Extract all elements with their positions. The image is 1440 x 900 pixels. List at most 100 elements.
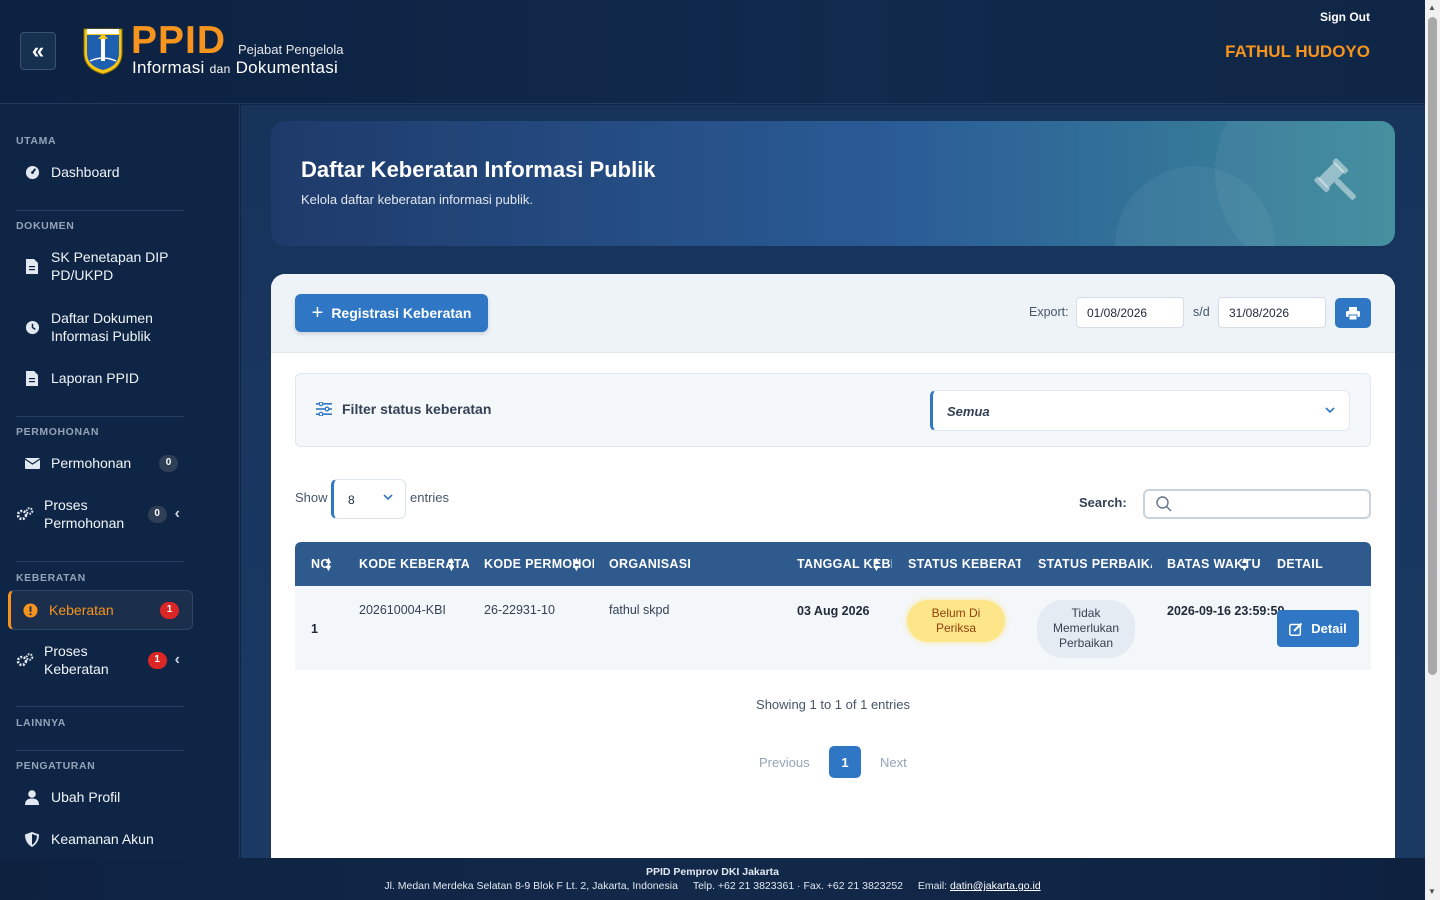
pagination-previous[interactable]: Previous <box>759 755 810 770</box>
chevron-down-icon <box>1325 403 1335 418</box>
sidebar-divider <box>16 561 184 562</box>
sidebar: UTAMA Dashboard DOKUMEN SK Penetapan DIP… <box>0 105 240 858</box>
entries-per-page-value: 8 <box>348 493 355 507</box>
footer-email-link[interactable]: datin@jakarta.go.id <box>950 880 1041 892</box>
sidebar-item-sk-penetapan[interactable]: SK Penetapan DIP PD/UKPD <box>16 248 176 284</box>
user-name: FATHUL HUDOYO <box>1225 42 1370 61</box>
status-perbaikan-line: Perbaikan <box>1058 636 1114 650</box>
sidebar-divider <box>16 706 184 707</box>
sidebar-item-laporan[interactable]: Laporan PPID <box>16 369 192 387</box>
table-info: Showing 1 to 1 of 1 entries <box>756 697 910 712</box>
footer-phone: Telp. +62 21 3823361 · Fax. +62 21 38232… <box>692 880 903 892</box>
sidebar-item-dashboard[interactable]: Dashboard <box>16 163 192 181</box>
status-keberatan-badge: Belum Di Periksa <box>907 600 1005 642</box>
card-toolbar: + Registrasi Keberatan Export: 01/08/202… <box>271 274 1395 353</box>
sidebar-section-utama: UTAMA <box>16 135 57 147</box>
export-date-to-input[interactable]: 31/08/2026 <box>1218 297 1326 328</box>
logo-ppid-text: PPID <box>131 19 227 62</box>
main-content: Daftar Keberatan Informasi Publik Kelola… <box>241 105 1425 874</box>
sidebar-item-label: Keberatan <box>49 602 114 618</box>
sidebar-item-label: Keamanan Akun <box>51 831 154 847</box>
filter-status-text: Filter status keberatan <box>342 401 492 417</box>
table-header: NO ▲▼ KODE KEBERATAN ▲▼ KODE PERMOHONAN … <box>295 542 1371 586</box>
chevron-down-icon <box>383 491 393 505</box>
keberatan-card: + Registrasi Keberatan Export: 01/08/202… <box>271 274 1395 874</box>
sidebar-item-label: Ubah Profil <box>51 789 121 805</box>
plus-icon: + <box>311 302 324 324</box>
gears-icon <box>16 506 34 522</box>
search-icon <box>1156 496 1172 512</box>
sidebar-item-label: Permohonan <box>51 455 132 471</box>
sort-icon: ▲ ▼ <box>872 555 881 573</box>
export-date-from-input[interactable]: 01/08/2026 <box>1076 297 1184 328</box>
sidebar-item-proses-keberatan[interactable]: Proses Keberatan 1 ‹ <box>16 642 180 678</box>
sidebar-collapse-button[interactable]: « <box>20 32 56 70</box>
sidebar-item-keamanan-akun[interactable]: Keamanan Akun <box>16 830 192 848</box>
sort-icon: ▲ ▼ <box>447 555 456 573</box>
status-perbaikan-line: Memerlukan <box>1052 621 1120 635</box>
jakarta-emblem-logo <box>83 28 123 75</box>
detail-button-label: Detail <box>1311 621 1347 636</box>
column-header-organisasi[interactable]: ORGANISASI <box>609 542 729 586</box>
cell-kode-keberatan: 202610004-KBI <box>359 603 446 617</box>
logo-subtitle-2: Informasi dan Dokumentasi <box>132 58 338 78</box>
sign-out-link[interactable]: Sign Out <box>1320 10 1370 24</box>
export-label: Export: <box>1029 305 1069 319</box>
proses-permohonan-count-badge: 0 <box>147 505 167 523</box>
status-keberatan-line: Periksa <box>935 621 976 635</box>
scrollbar-thumb[interactable] <box>1428 17 1437 675</box>
cell-tanggal: 03 Aug 2026 <box>797 604 870 618</box>
sidebar-item-daftar-dokumen[interactable]: Daftar Dokumen Informasi Publik <box>16 309 161 345</box>
pagination-page-1[interactable]: 1 <box>829 746 861 778</box>
scroll-up-arrow-icon[interactable]: ▲ <box>1428 3 1436 12</box>
sliders-icon <box>316 402 332 416</box>
date-range-separator: s/d <box>1193 305 1210 319</box>
pagination-next[interactable]: Next <box>880 755 907 770</box>
sidebar-item-ubah-profil[interactable]: Ubah Profil <box>16 788 192 806</box>
detail-button[interactable]: Detail <box>1277 610 1359 647</box>
sidebar-item-label: Proses Keberatan <box>44 643 109 677</box>
search-label: Search: <box>1079 495 1127 510</box>
footer-email-label: Email: <box>917 880 948 892</box>
sidebar-divider <box>16 416 184 417</box>
table-search-input[interactable] <box>1143 489 1371 519</box>
sort-icon: ▲ ▼ <box>1240 555 1249 573</box>
clock-icon <box>24 319 40 335</box>
logo-word-dokumentasi: Dokumentasi <box>235 58 339 77</box>
sidebar-item-proses-permohonan[interactable]: Proses Permohonan 0 ‹ <box>16 496 180 532</box>
scroll-down-arrow-icon[interactable]: ▼ <box>1428 887 1436 896</box>
sidebar-section-permohonan: PERMOHONAN <box>16 426 100 438</box>
page-subtitle: Kelola daftar keberatan informasi publik… <box>301 192 533 207</box>
filter-status-select[interactable]: Semua <box>930 390 1350 431</box>
print-export-button[interactable] <box>1335 298 1371 328</box>
shield-icon <box>24 831 40 847</box>
sidebar-item-keberatan[interactable]: Keberatan 1 <box>8 590 193 630</box>
status-keberatan-line: Belum Di <box>931 606 981 620</box>
footer-org: PPID Pemprov DKI Jakarta <box>645 866 780 878</box>
file-icon <box>24 370 40 386</box>
sidebar-item-label: SK Penetapan DIP PD/UKPD <box>51 249 169 283</box>
column-header-status-keberatan[interactable]: STATUS KEBERATAN <box>908 542 1021 586</box>
page-hero-banner: Daftar Keberatan Informasi Publik Kelola… <box>271 121 1395 246</box>
sort-icon: ▲ ▼ <box>572 555 581 573</box>
sort-icon: ▲ ▼ <box>324 555 333 573</box>
sidebar-section-lainnya: LAINNYA <box>16 717 66 729</box>
registrasi-keberatan-label: Registrasi Keberatan <box>331 305 472 321</box>
keberatan-count-badge: 1 <box>160 601 179 619</box>
filter-status-label: Filter status keberatan <box>316 401 491 417</box>
column-header-status-perbaikan[interactable]: STATUS PERBAIKAN <box>1038 542 1152 586</box>
page-scrollbar[interactable]: ▲ ▼ <box>1425 0 1440 900</box>
printer-icon <box>1346 306 1360 320</box>
sidebar-item-label: Proses Permohonan <box>44 497 125 531</box>
cell-kode-permohonan: 26-22931-10 <box>484 603 555 617</box>
filter-status-value: Semua <box>947 404 990 419</box>
registrasi-keberatan-button[interactable]: + Registrasi Keberatan <box>295 294 488 332</box>
filter-status-panel: Filter status keberatan Semua <box>295 373 1371 447</box>
page-title: Daftar Keberatan Informasi Publik <box>301 157 656 182</box>
edit-icon <box>1289 622 1303 636</box>
sidebar-section-dokumen: DOKUMEN <box>16 220 75 232</box>
cell-no: 1 <box>311 622 318 636</box>
entries-per-page-select[interactable]: 8 <box>331 479 406 519</box>
sidebar-item-label: Dashboard <box>51 164 120 180</box>
sidebar-item-permohonan[interactable]: Permohonan 0 <box>16 454 178 472</box>
